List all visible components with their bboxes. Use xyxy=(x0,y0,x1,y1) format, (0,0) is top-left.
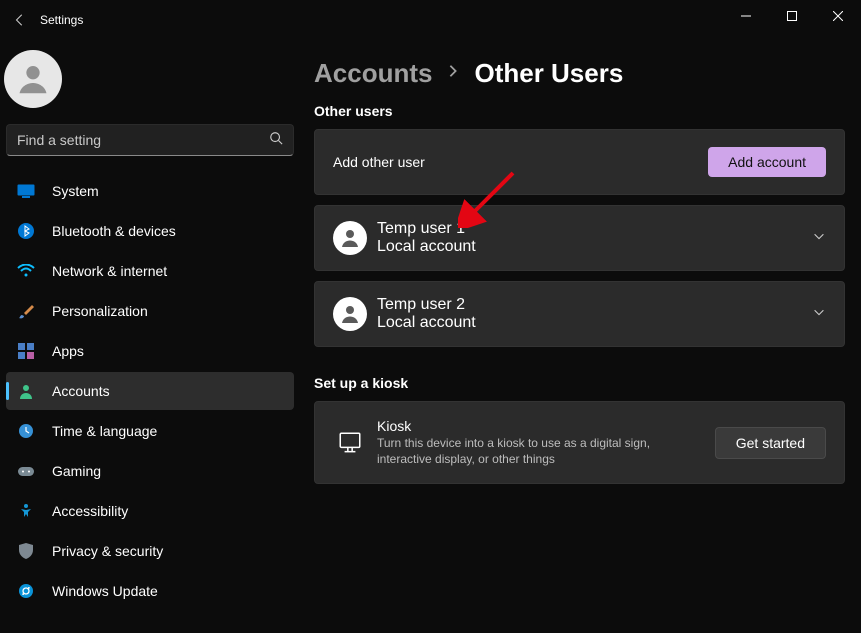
nav-accessibility[interactable]: Accessibility xyxy=(6,492,294,530)
user-type: Local account xyxy=(377,314,476,332)
bluetooth-icon xyxy=(16,221,36,241)
apps-icon xyxy=(16,341,36,361)
nav-windows-update[interactable]: Windows Update xyxy=(6,572,294,610)
system-icon xyxy=(16,181,36,201)
nav-apps[interactable]: Apps xyxy=(6,332,294,370)
breadcrumb-current: Other Users xyxy=(474,58,623,89)
person-icon xyxy=(333,221,367,255)
nav-label: Gaming xyxy=(52,463,101,479)
minimize-button[interactable] xyxy=(723,0,769,32)
kiosk-icon xyxy=(333,426,367,460)
brush-icon xyxy=(16,301,36,321)
gaming-icon xyxy=(16,461,36,481)
nav-label: Windows Update xyxy=(52,583,158,599)
nav-gaming[interactable]: Gaming xyxy=(6,452,294,490)
nav-system[interactable]: System xyxy=(6,172,294,210)
breadcrumb: Accounts Other Users xyxy=(314,58,845,89)
user-row[interactable]: Temp user 2 Local account xyxy=(314,281,845,347)
search-box[interactable] xyxy=(6,124,294,156)
nav-label: Privacy & security xyxy=(52,543,163,559)
add-user-card: Add other user Add account xyxy=(314,129,845,195)
close-button[interactable] xyxy=(815,0,861,32)
user-name: Temp user 1 xyxy=(377,220,476,238)
nav-label: Accessibility xyxy=(52,503,128,519)
avatar xyxy=(4,50,62,108)
nav-label: Accounts xyxy=(52,383,110,399)
user-row[interactable]: Temp user 1 Local account xyxy=(314,205,845,271)
nav-label: Time & language xyxy=(52,423,157,439)
chevron-down-icon xyxy=(812,305,826,324)
accessibility-icon xyxy=(16,501,36,521)
nav-privacy[interactable]: Privacy & security xyxy=(6,532,294,570)
nav-label: Network & internet xyxy=(52,263,167,279)
maximize-button[interactable] xyxy=(769,0,815,32)
nav-label: Personalization xyxy=(52,303,148,319)
window-title: Settings xyxy=(40,13,83,27)
user-name: Temp user 2 xyxy=(377,296,476,314)
add-account-button[interactable]: Add account xyxy=(708,147,826,177)
search-input[interactable] xyxy=(17,132,269,148)
nav-bluetooth[interactable]: Bluetooth & devices xyxy=(6,212,294,250)
chevron-right-icon xyxy=(446,64,460,83)
nav-personalization[interactable]: Personalization xyxy=(6,292,294,330)
kiosk-desc: Turn this device into a kiosk to use as … xyxy=(377,436,677,467)
shield-icon xyxy=(16,541,36,561)
search-icon xyxy=(269,131,283,150)
chevron-down-icon xyxy=(812,229,826,248)
kiosk-heading: Set up a kiosk xyxy=(314,375,845,391)
clock-icon xyxy=(16,421,36,441)
nav-accounts[interactable]: Accounts xyxy=(6,372,294,410)
add-user-label: Add other user xyxy=(333,154,425,170)
sidebar: System Bluetooth & devices Network & int… xyxy=(0,40,300,633)
nav-list: System Bluetooth & devices Network & int… xyxy=(6,172,294,610)
kiosk-card: Kiosk Turn this device into a kiosk to u… xyxy=(314,401,845,484)
nav-label: System xyxy=(52,183,99,199)
user-type: Local account xyxy=(377,238,476,256)
person-icon xyxy=(333,297,367,331)
wifi-icon xyxy=(16,261,36,281)
main-content: Accounts Other Users Other users Add oth… xyxy=(300,40,861,633)
kiosk-title: Kiosk xyxy=(377,418,677,434)
nav-network[interactable]: Network & internet xyxy=(6,252,294,290)
get-started-button[interactable]: Get started xyxy=(715,427,826,459)
other-users-heading: Other users xyxy=(314,103,845,119)
nav-label: Bluetooth & devices xyxy=(52,223,176,239)
profile-header[interactable] xyxy=(6,40,294,122)
nav-label: Apps xyxy=(52,343,84,359)
back-button[interactable] xyxy=(8,8,32,32)
update-icon xyxy=(16,581,36,601)
window-controls xyxy=(723,0,861,32)
breadcrumb-parent[interactable]: Accounts xyxy=(314,58,432,89)
person-icon xyxy=(16,381,36,401)
nav-time-language[interactable]: Time & language xyxy=(6,412,294,450)
